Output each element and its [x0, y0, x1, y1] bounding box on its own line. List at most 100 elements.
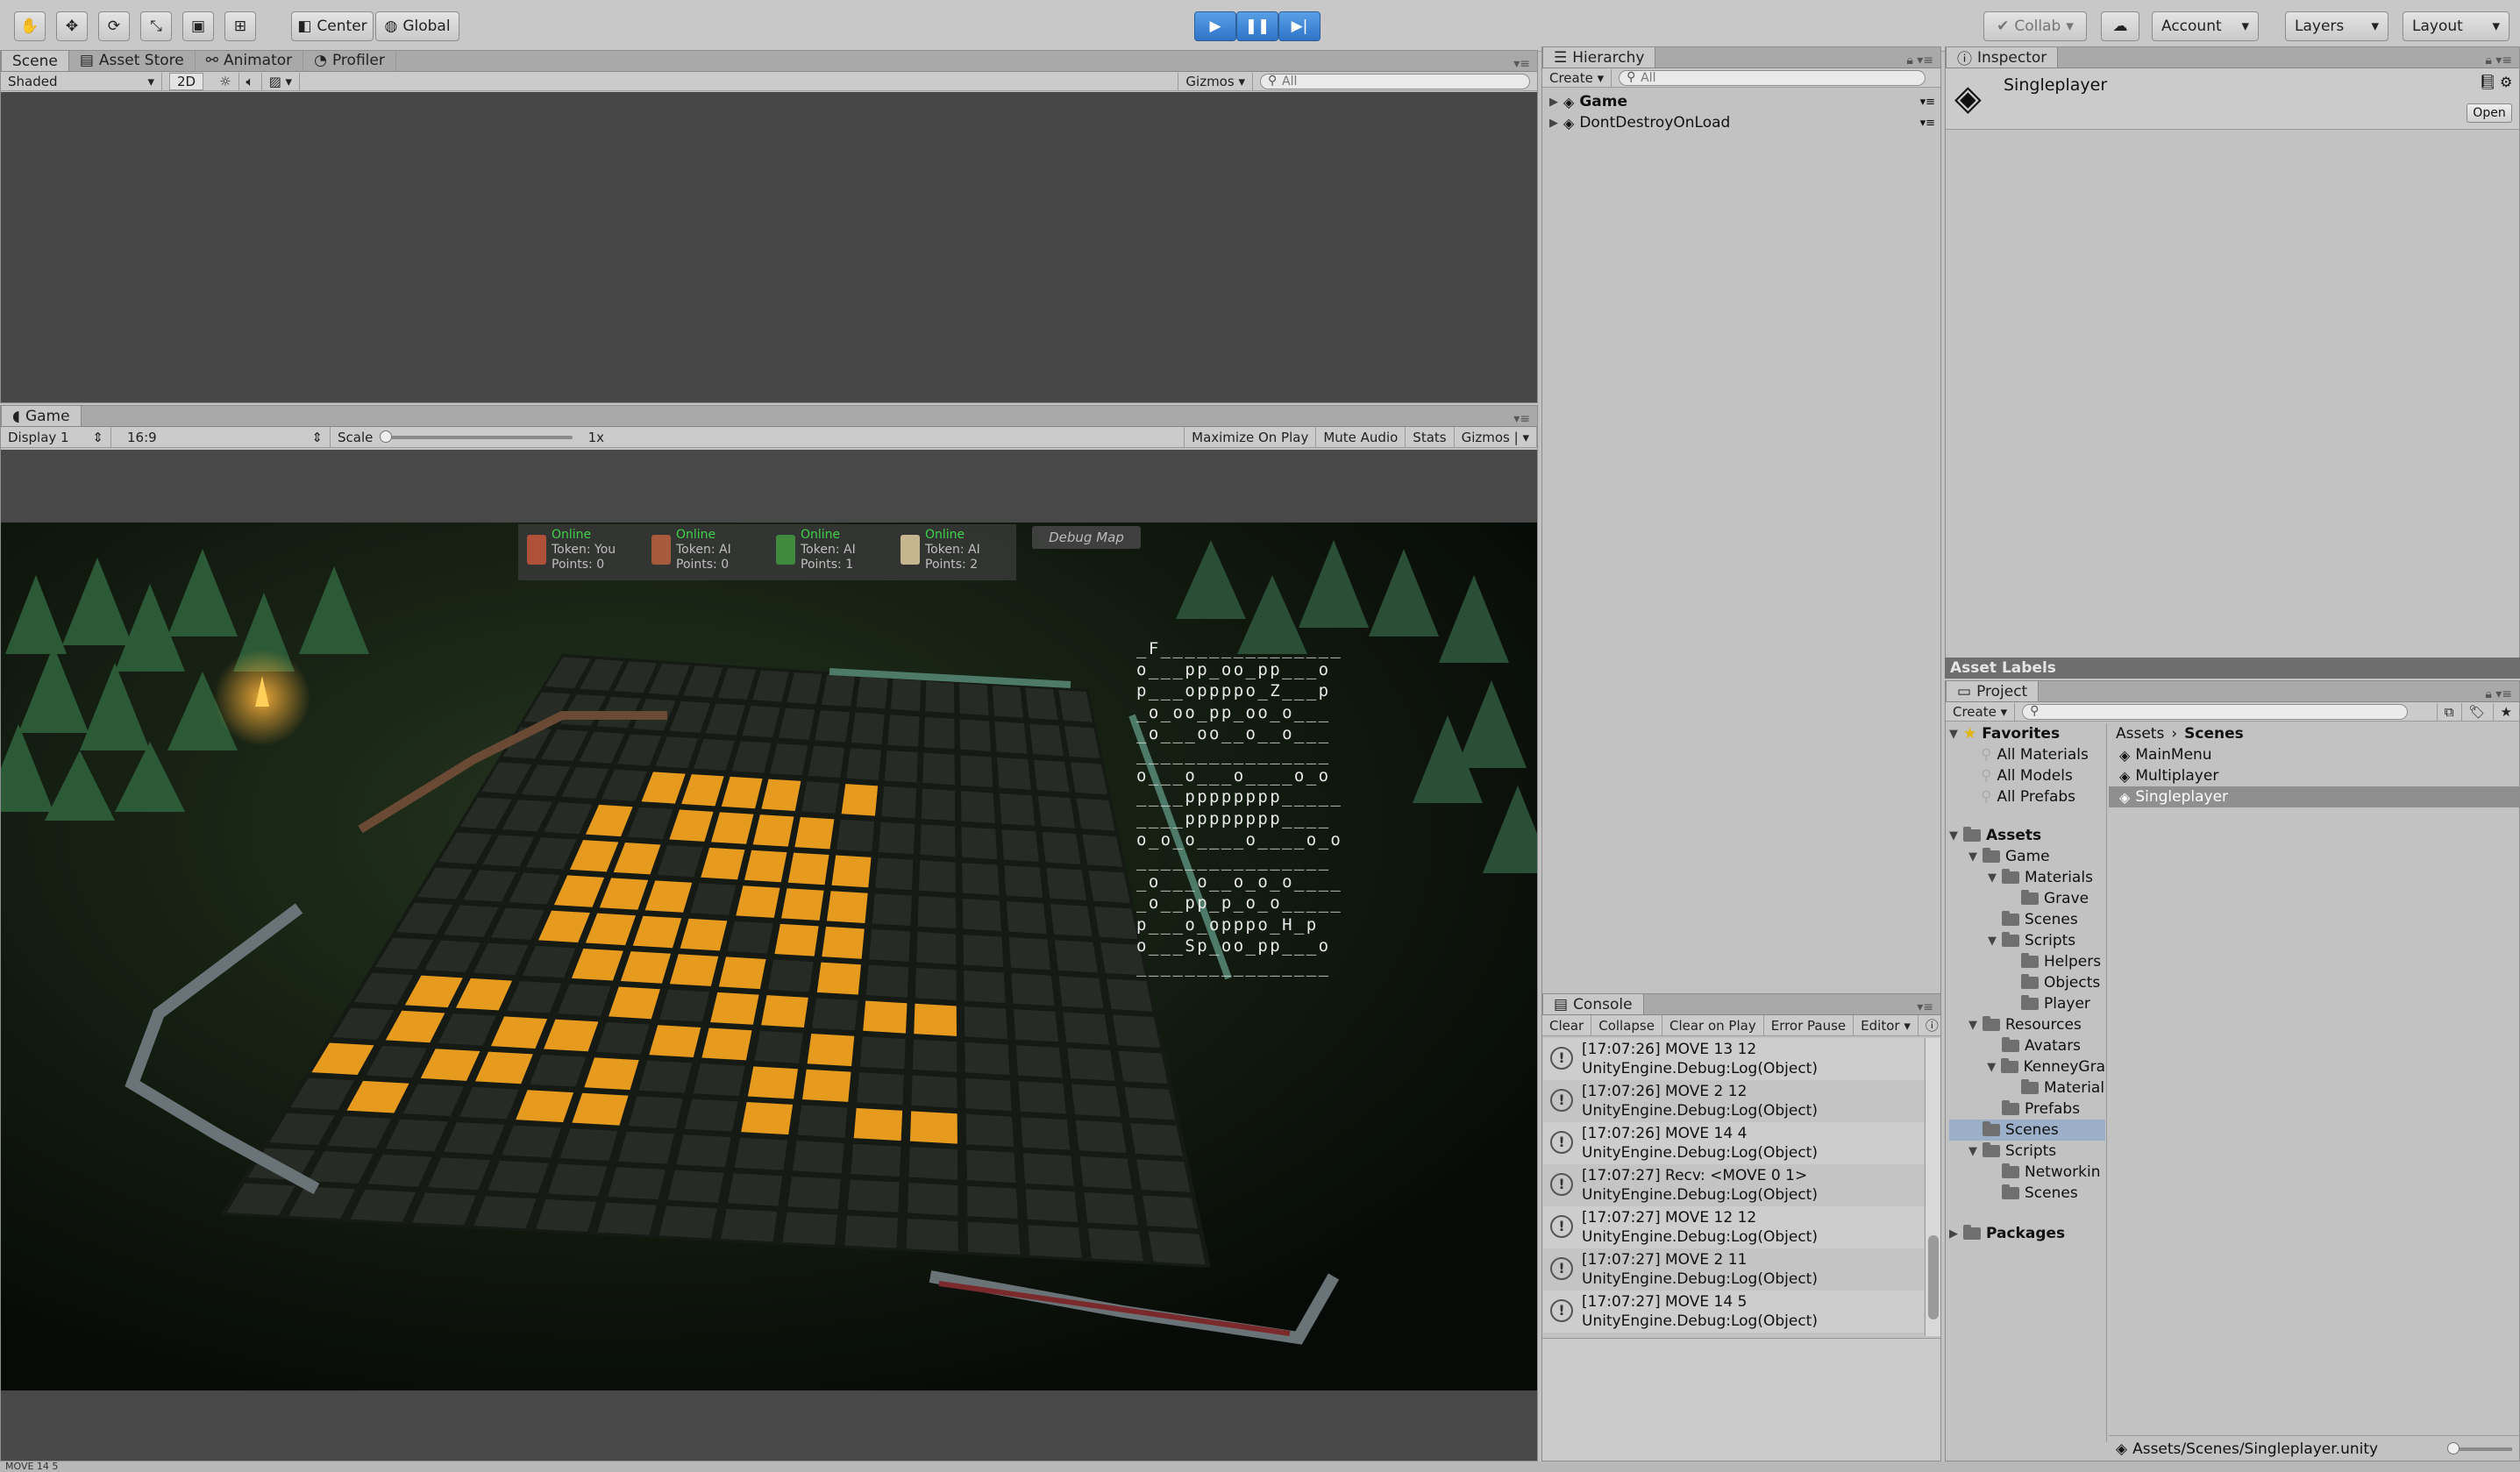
- panel-menu-icon[interactable]: ▾≡: [1917, 1000, 1940, 1014]
- scene-gizmos-dropdown[interactable]: Gizmos ▾: [1178, 72, 1253, 90]
- mode-2d-toggle[interactable]: 2D: [169, 72, 204, 90]
- project-folder-item[interactable]: Prefabs: [1949, 1099, 2105, 1120]
- console-clear-button[interactable]: Clear: [1542, 1014, 1592, 1036]
- breadcrumb-assets[interactable]: Assets: [2116, 725, 2164, 743]
- pause-button[interactable]: ❚❚: [1236, 11, 1278, 41]
- hierarchy-create-dropdown[interactable]: Create ▾: [1542, 68, 1612, 87]
- favorite-item[interactable]: ⚲ All Materials: [1981, 744, 2089, 765]
- favorites-header[interactable]: ▼ ★ Favorites: [1949, 723, 2060, 744]
- project-file-item[interactable]: ◈ Singleplayer: [2109, 786, 2519, 807]
- panel-menu-icon[interactable]: 🔒︎ ▾≡: [2485, 53, 2519, 68]
- debug-map-button[interactable]: Debug Map: [1032, 526, 1141, 549]
- favorite-star-icon[interactable]: ★: [2494, 703, 2519, 721]
- expand-arrow-icon[interactable]: ▶: [1549, 117, 1563, 130]
- stats-toggle[interactable]: Stats: [1406, 426, 1455, 448]
- scale-slider[interactable]: [380, 430, 573, 443]
- project-folder-item[interactable]: Helpers: [1949, 951, 2105, 972]
- transform-tool-icon[interactable]: ⊞: [224, 11, 256, 41]
- panel-menu-icon[interactable]: ▾≡: [1513, 57, 1537, 71]
- project-create-dropdown[interactable]: Create ▾: [1946, 702, 2016, 721]
- console-log-entry[interactable]: ! [17:07:26] MOVE 14 4 UnityEngine.Debug:L…: [1543, 1122, 1924, 1164]
- project-folder-item[interactable]: ▼ Scripts: [1949, 930, 2105, 951]
- shading-mode-dropdown[interactable]: Shaded ▾: [1, 72, 162, 90]
- project-folder-item[interactable]: Material: [1949, 1077, 2105, 1099]
- console-scrollbar[interactable]: [1925, 1038, 1940, 1336]
- tab-game[interactable]: ◖ Game: [1, 406, 82, 426]
- console-log-entry[interactable]: ! [17:07:27] Recv: <MOVE 0 1> UnityEngine.…: [1543, 1164, 1924, 1206]
- mute-audio-toggle[interactable]: Mute Audio: [1316, 426, 1406, 448]
- favorite-item[interactable]: ⚲ All Models: [1981, 765, 2073, 786]
- expand-arrow-icon[interactable]: ▶: [1549, 96, 1563, 109]
- icon-size-slider-thumb[interactable]: [2447, 1441, 2459, 1454]
- filter-label-icon[interactable]: 🏷︎: [2462, 702, 2494, 721]
- maximize-on-play-toggle[interactable]: Maximize On Play: [1184, 426, 1317, 448]
- game-gizmos-dropdown[interactable]: Gizmos | ▾: [1455, 426, 1537, 448]
- tab-scene[interactable]: Scene: [1, 51, 69, 71]
- tab-console[interactable]: ▤ Console: [1542, 994, 1644, 1014]
- project-folder-item[interactable]: Avatars: [1949, 1035, 2105, 1056]
- tab-profiler[interactable]: ◔ Profiler: [303, 51, 396, 71]
- project-folder-item[interactable]: ▼ Scripts: [1949, 1141, 2105, 1162]
- scene-view-viewport[interactable]: [1, 92, 1537, 402]
- project-folder-item[interactable]: Player: [1949, 993, 2105, 1014]
- console-collapse-toggle[interactable]: Collapse: [1591, 1014, 1662, 1036]
- panel-menu-icon[interactable]: 🔒︎ ▾≡: [1906, 53, 1940, 68]
- play-button[interactable]: ▶: [1194, 11, 1236, 41]
- cloud-button[interactable]: ☁: [2101, 11, 2139, 41]
- panel-menu-icon[interactable]: 🔒︎ ▾≡: [2485, 687, 2519, 701]
- project-folder-item[interactable]: Objects: [1949, 972, 2105, 993]
- console-log-entry[interactable]: ! [17:07:27] MOVE 12 12 UnityEngine.Debug:…: [1543, 1206, 1924, 1248]
- project-folder-item[interactable]: ▼ Materials: [1949, 867, 2105, 888]
- project-folder-item[interactable]: ▼ Game: [1949, 846, 2105, 867]
- audio-toggle[interactable]: 🔈︎: [239, 72, 262, 90]
- scale-tool-icon[interactable]: ⤡: [140, 11, 172, 41]
- hand-tool-icon[interactable]: ✋: [14, 11, 46, 41]
- layout-dropdown[interactable]: Layout ▾: [2403, 11, 2509, 41]
- project-folder-item[interactable]: Scenes: [1949, 1120, 2105, 1141]
- project-file-item[interactable]: ◈ MainMenu: [2109, 744, 2519, 765]
- expand-arrow-icon[interactable]: ▼: [1968, 1019, 1983, 1032]
- rect-tool-icon[interactable]: ▣: [182, 11, 214, 41]
- scale-slider-thumb[interactable]: [380, 430, 393, 443]
- move-tool-icon[interactable]: ✥: [56, 11, 88, 41]
- expand-arrow-icon[interactable]: ▼: [1987, 1061, 2001, 1074]
- console-clear-on-play-toggle[interactable]: Clear on Play: [1662, 1014, 1764, 1036]
- console-log-entry[interactable]: ! [17:07:26] MOVE 2 12 UnityEngine.Debug:L…: [1543, 1080, 1924, 1122]
- tab-project[interactable]: ▭ Project: [1946, 681, 2039, 701]
- console-log-entry[interactable]: ! [17:07:27] MOVE 14 5 UnityEngine.Debug:L…: [1543, 1291, 1924, 1333]
- expand-arrow-icon[interactable]: ▼: [1968, 850, 1983, 864]
- tab-hierarchy[interactable]: ☰ Hierarchy: [1542, 47, 1656, 68]
- hierarchy-item-dontdestroyonload[interactable]: ▶ ◈ DontDestroyOnLoad ▾≡: [1549, 112, 1935, 133]
- project-folder-item[interactable]: Scenes: [1949, 1183, 2105, 1204]
- console-error-pause-toggle[interactable]: Error Pause: [1764, 1014, 1854, 1036]
- expand-arrow-icon[interactable]: ▼: [1968, 1145, 1983, 1158]
- gear-icon[interactable]: ⚙: [2500, 74, 2512, 90]
- hierarchy-item-game[interactable]: ▶ ◈ Game ▾≡: [1549, 91, 1935, 112]
- panel-menu-icon[interactable]: ▾≡: [1513, 412, 1537, 426]
- project-file-item[interactable]: ◈ Multiplayer: [2109, 765, 2519, 786]
- item-menu-icon[interactable]: ▾≡: [1920, 96, 1935, 109]
- effects-dropdown[interactable]: ▨ ▾: [262, 72, 301, 90]
- help-icon[interactable]: 📘︎: [2479, 74, 2496, 90]
- expand-arrow-icon[interactable]: ▼: [1988, 871, 2002, 885]
- project-folder-item[interactable]: ▼ KenneyGra: [1949, 1056, 2105, 1077]
- filter-type-icon[interactable]: ⧉: [2436, 702, 2462, 721]
- account-dropdown[interactable]: Account ▾: [2152, 11, 2259, 41]
- collab-button[interactable]: ✔ Collab ▾: [1983, 11, 2087, 41]
- asset-labels-header[interactable]: Asset Labels: [1945, 658, 2520, 679]
- display-dropdown[interactable]: Display 1 ⇕: [1, 426, 111, 448]
- console-scroll-thumb[interactable]: [1928, 1235, 1939, 1319]
- console-editor-dropdown[interactable]: Editor ▾: [1854, 1014, 1918, 1036]
- lighting-toggle[interactable]: ☼: [212, 72, 239, 90]
- open-button[interactable]: Open: [2467, 103, 2512, 123]
- expand-arrow-icon[interactable]: ▼: [1949, 829, 1963, 843]
- project-folder-item[interactable]: ▼ Assets: [1949, 825, 2105, 846]
- console-info-toggle[interactable]: ⓘ: [1918, 1015, 1940, 1036]
- console-log-entry[interactable]: ! [17:07:27] MOVE 2 11 UnityEngine.Debug:L…: [1543, 1248, 1924, 1291]
- project-folder-item[interactable]: ▼ Resources: [1949, 1014, 2105, 1035]
- project-search-input[interactable]: [2022, 703, 2409, 720]
- layers-dropdown[interactable]: Layers ▾: [2285, 11, 2388, 41]
- hierarchy-search-input[interactable]: All: [1619, 69, 1926, 86]
- space-global-button[interactable]: ◍ Global: [375, 11, 459, 41]
- breadcrumb-scenes[interactable]: Scenes: [2184, 725, 2244, 743]
